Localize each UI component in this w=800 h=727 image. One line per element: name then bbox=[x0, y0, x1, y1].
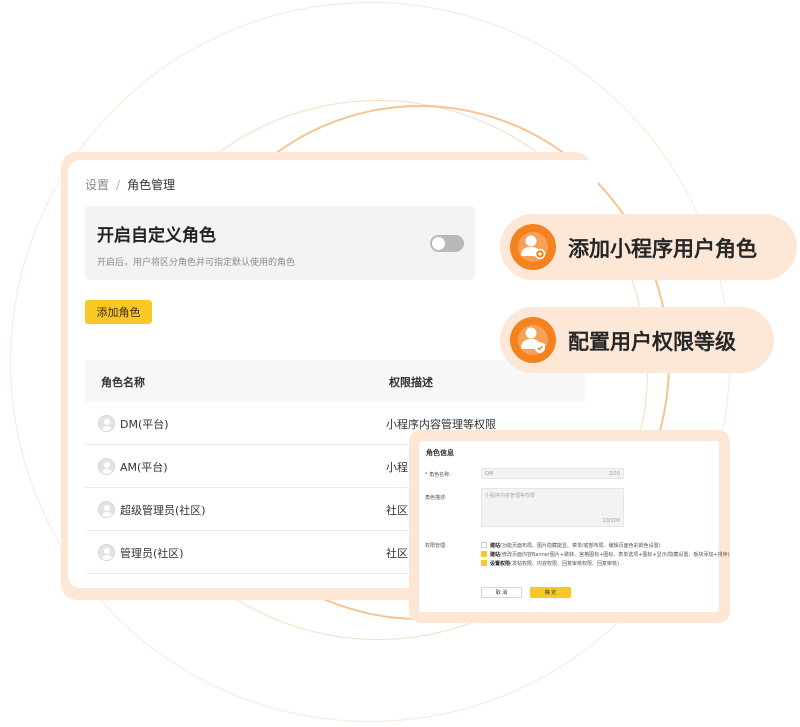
custom-role-description: 开启后，用户将区分角色并可指定默认使用的角色 bbox=[97, 258, 296, 268]
permission-detail: (修改页面内容Banner图片+跳转、宫格图标+图标、表单选项+图标+显示/隐藏… bbox=[500, 552, 730, 558]
custom-role-panel: 开启自定义角色 开启后，用户将区分角色并可指定默认使用的角色 bbox=[85, 206, 475, 280]
avatar bbox=[98, 415, 115, 432]
breadcrumb-root[interactable]: 设置 bbox=[85, 178, 109, 192]
permission-detail: (发帖权限、内容权限、回复审核权限、回复审核) bbox=[510, 561, 619, 567]
role-info-dialog: 角色信息 * 角色名称: DM 2/20 角色描述: 小程序内容管理等权限 10… bbox=[419, 441, 730, 612]
cancel-button[interactable]: 取 消 bbox=[481, 587, 522, 598]
permission-text: 建站(功能页面布局、图片隐藏能显、菜单/底部布局、编辑页面色彩颜色设置) bbox=[490, 542, 661, 549]
role-name: AM(平台) bbox=[120, 461, 168, 474]
breadcrumb: 设置 / 角色管理 bbox=[85, 176, 175, 193]
user-add-icon bbox=[510, 224, 556, 270]
checkbox-unchecked[interactable] bbox=[481, 542, 487, 548]
callout-add-user-role: 添加小程序用户角色 bbox=[500, 214, 797, 280]
role-name-input[interactable]: DM 2/20 bbox=[481, 468, 624, 479]
role-description-count: 10/100 bbox=[602, 518, 620, 524]
avatar bbox=[98, 458, 115, 475]
breadcrumb-current: 角色管理 bbox=[127, 178, 176, 192]
permission-detail: (功能页面布局、图片隐藏能显、菜单/底部布局、编辑页面色彩颜色设置) bbox=[500, 543, 661, 549]
stage: 设置 / 角色管理 开启自定义角色 开启后，用户将区分角色并可指定默认使用的角色 添… bbox=[0, 0, 800, 727]
checkbox-checked[interactable] bbox=[481, 560, 487, 566]
permission-text: 建站(修改页面内容Banner图片+跳转、宫格图标+图标、表单选项+图标+显示/… bbox=[490, 551, 730, 558]
role-name: 超级管理员(社区) bbox=[120, 504, 206, 517]
role-name: DM(平台) bbox=[120, 418, 169, 431]
permission-title: 设置权限 bbox=[490, 561, 511, 567]
permission-label: 权限管理: bbox=[425, 543, 447, 549]
permission-title: 建站 bbox=[490, 552, 501, 558]
header-permission-description: 权限描述 bbox=[389, 376, 433, 389]
table-header: 角色名称 权限描述 bbox=[85, 360, 585, 402]
avatar bbox=[98, 501, 115, 518]
dialog-title: 角色信息 bbox=[426, 449, 454, 457]
add-role-button[interactable]: 添加角色 bbox=[85, 300, 152, 324]
callout-text: 配置用户权限等级 bbox=[568, 330, 736, 354]
role-description-textarea[interactable]: 小程序内容管理等权限 10/100 bbox=[481, 488, 624, 527]
confirm-button[interactable]: 确 定 bbox=[530, 587, 571, 598]
role-name-label: * 角色名称: bbox=[425, 472, 451, 478]
custom-role-toggle[interactable] bbox=[430, 235, 464, 252]
checkbox-checked[interactable] bbox=[481, 551, 487, 557]
permission-title: 建站 bbox=[490, 543, 501, 549]
toggle-knob bbox=[432, 237, 445, 250]
callout-text: 添加小程序用户角色 bbox=[568, 237, 757, 261]
custom-role-title: 开启自定义角色 bbox=[97, 226, 216, 246]
role-name-count: 2/20 bbox=[608, 471, 620, 477]
permission-text: 设置权限(发帖权限、内容权限、回复审核权限、回复审核) bbox=[490, 560, 619, 567]
user-shield-icon bbox=[510, 317, 556, 363]
breadcrumb-separator: / bbox=[116, 178, 121, 192]
role-description-placeholder: 小程序内容管理等权限 bbox=[485, 493, 536, 499]
avatar bbox=[98, 544, 115, 561]
header-role-name: 角色名称 bbox=[101, 376, 145, 389]
role-name: 管理员(社区) bbox=[120, 547, 184, 560]
callout-configure-permissions: 配置用户权限等级 bbox=[500, 307, 774, 373]
role-name-value: DM bbox=[485, 471, 494, 477]
role-description-label: 角色描述: bbox=[425, 495, 447, 501]
